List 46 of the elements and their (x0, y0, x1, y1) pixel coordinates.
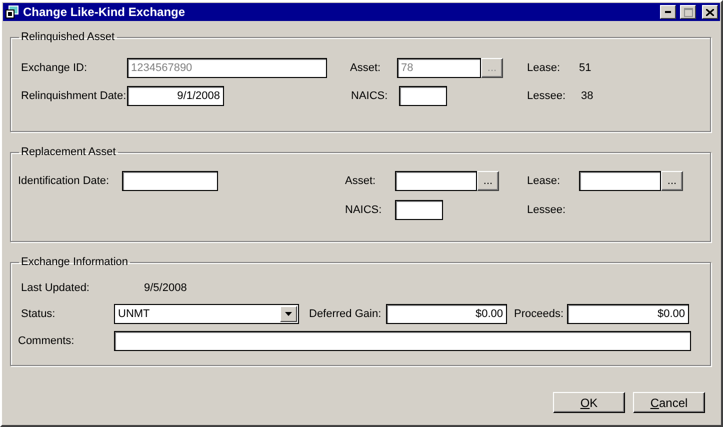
amount-field[interactable]: $0.00 (567, 304, 689, 324)
amount-field[interactable]: $0.00 (386, 304, 507, 324)
maximize-icon (684, 8, 692, 16)
cancel-button[interactable]: Cancel (633, 392, 705, 413)
browse-button[interactable]: ... (477, 171, 499, 191)
field-value: 38 (581, 90, 594, 102)
maximize-button[interactable] (680, 5, 696, 19)
comments-field[interactable] (114, 331, 691, 351)
minimize-button[interactable] (660, 5, 676, 19)
app-icon (5, 5, 19, 19)
field-label: Lessee: (527, 204, 567, 216)
dropdown-arrow-icon (285, 312, 292, 316)
field-value: 51 (579, 62, 592, 74)
field-label: Lease: (527, 175, 562, 187)
ok-button[interactable]: OK (553, 392, 625, 413)
field-label: Deferred Gain: (309, 308, 382, 320)
field-label: Asset: (350, 62, 382, 74)
naics-field[interactable] (399, 86, 447, 106)
field-label: Lease: (527, 62, 562, 74)
field-label: Lessee: (527, 90, 567, 102)
field-label: NAICS: (345, 204, 383, 216)
lease-field[interactable] (579, 171, 661, 191)
field-value: 9/5/2008 (144, 282, 187, 294)
field-label: Status: (21, 308, 56, 320)
close-button[interactable] (702, 5, 718, 19)
minimize-icon (665, 11, 671, 13)
dropdown-button[interactable] (280, 306, 297, 322)
group-title: Relinquished Asset (20, 31, 116, 43)
window-title: Change Like-Kind Exchange (23, 5, 186, 19)
field-label: Relinquishment Date: (21, 90, 127, 102)
asset-field[interactable] (395, 171, 477, 191)
field-label: Proceeds: (514, 308, 565, 320)
group-title: Exchange Information (20, 256, 130, 268)
field-label: Asset: (345, 175, 377, 187)
status-dropdown[interactable]: UNMT (114, 304, 299, 324)
date-field[interactable] (122, 171, 218, 191)
browse-button[interactable]: ... (661, 171, 683, 191)
field-label: NAICS: (351, 90, 389, 102)
field-label: Identification Date: (18, 175, 110, 187)
field-label: Exchange ID: (21, 62, 88, 74)
naics-field[interactable] (395, 200, 443, 220)
date-field[interactable]: 9/1/2008 (127, 86, 224, 106)
field-label: Last Updated: (21, 282, 90, 294)
close-icon (706, 8, 714, 16)
group-title: Replacement Asset (20, 146, 117, 158)
field-label: Comments: (18, 335, 76, 347)
